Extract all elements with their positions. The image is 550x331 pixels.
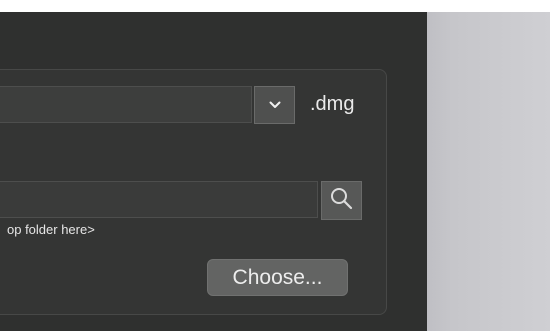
destination-path-field[interactable] [0, 181, 318, 218]
drop-folder-hint: op folder here> [7, 222, 95, 237]
dialog-window: .dmg op folder here> Choose... [0, 12, 427, 331]
choose-button[interactable]: Choose... [207, 259, 348, 296]
format-select-field[interactable] [0, 86, 252, 123]
search-icon [329, 186, 354, 216]
chevron-down-icon [269, 96, 281, 114]
format-dropdown-button[interactable] [254, 86, 295, 124]
top-strip [0, 0, 550, 12]
search-button[interactable] [321, 181, 362, 220]
desktop-backdrop [427, 12, 550, 331]
extension-label: .dmg [310, 93, 355, 115]
